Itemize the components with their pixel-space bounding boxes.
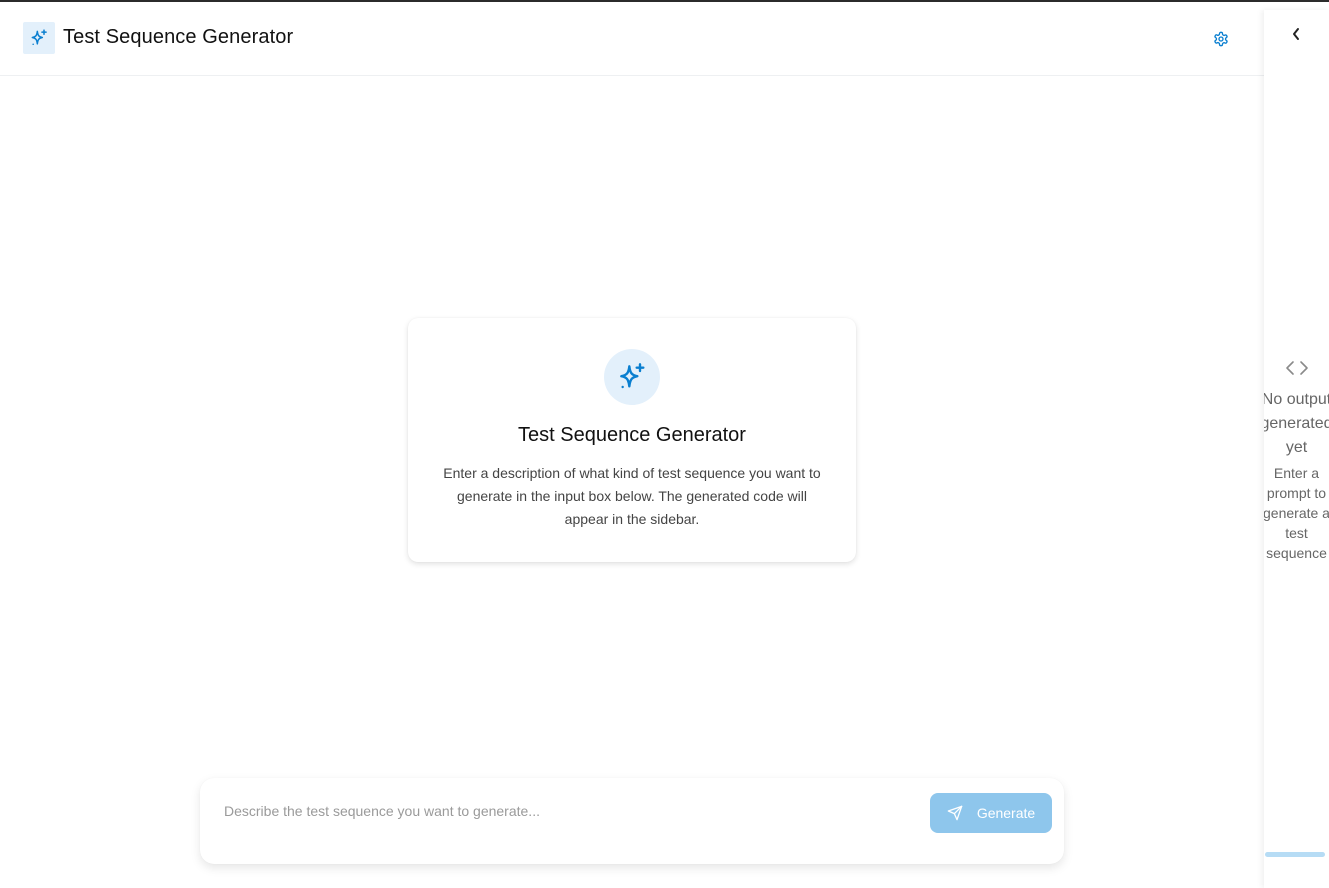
app-title: Test Sequence Generator [63, 26, 294, 48]
welcome-title: Test Sequence Generator [518, 424, 746, 446]
welcome-card: Test Sequence Generator Enter a descript… [408, 318, 856, 562]
empty-state-title: No output generated yet [1264, 391, 1329, 456]
app-header: Test Sequence Generator [0, 2, 1264, 76]
code-icon [1286, 361, 1308, 375]
chevron-left-icon [1293, 28, 1299, 40]
sidebar-scrollbar[interactable] [1265, 852, 1325, 857]
prompt-input[interactable] [224, 800, 914, 822]
generate-button-label: Generate [976, 805, 1036, 821]
sparkles-icon [620, 363, 645, 389]
main-panel: Test Sequence Generator Test Sequence Ge… [0, 2, 1264, 888]
sparkles-icon [31, 29, 47, 45]
app-window: Test Sequence Generator Test Sequence Ge… [0, 2, 1329, 888]
welcome-description: Enter a description of what kind of test… [443, 465, 821, 527]
output-sidebar: No output generated yet Enter a prompt t… [1264, 10, 1329, 888]
empty-state-subtitle: Enter a prompt to generate a test sequen… [1264, 465, 1329, 561]
prompt-bar: Generate [200, 778, 1064, 864]
generate-button[interactable]: Generate [930, 793, 1052, 833]
settings-button[interactable] [1211, 29, 1230, 48]
welcome-icon-badge [604, 349, 660, 405]
send-icon [947, 805, 963, 821]
sidebar-collapse-button[interactable] [1288, 25, 1304, 43]
app-logo [23, 22, 55, 54]
gear-icon [1213, 31, 1228, 46]
